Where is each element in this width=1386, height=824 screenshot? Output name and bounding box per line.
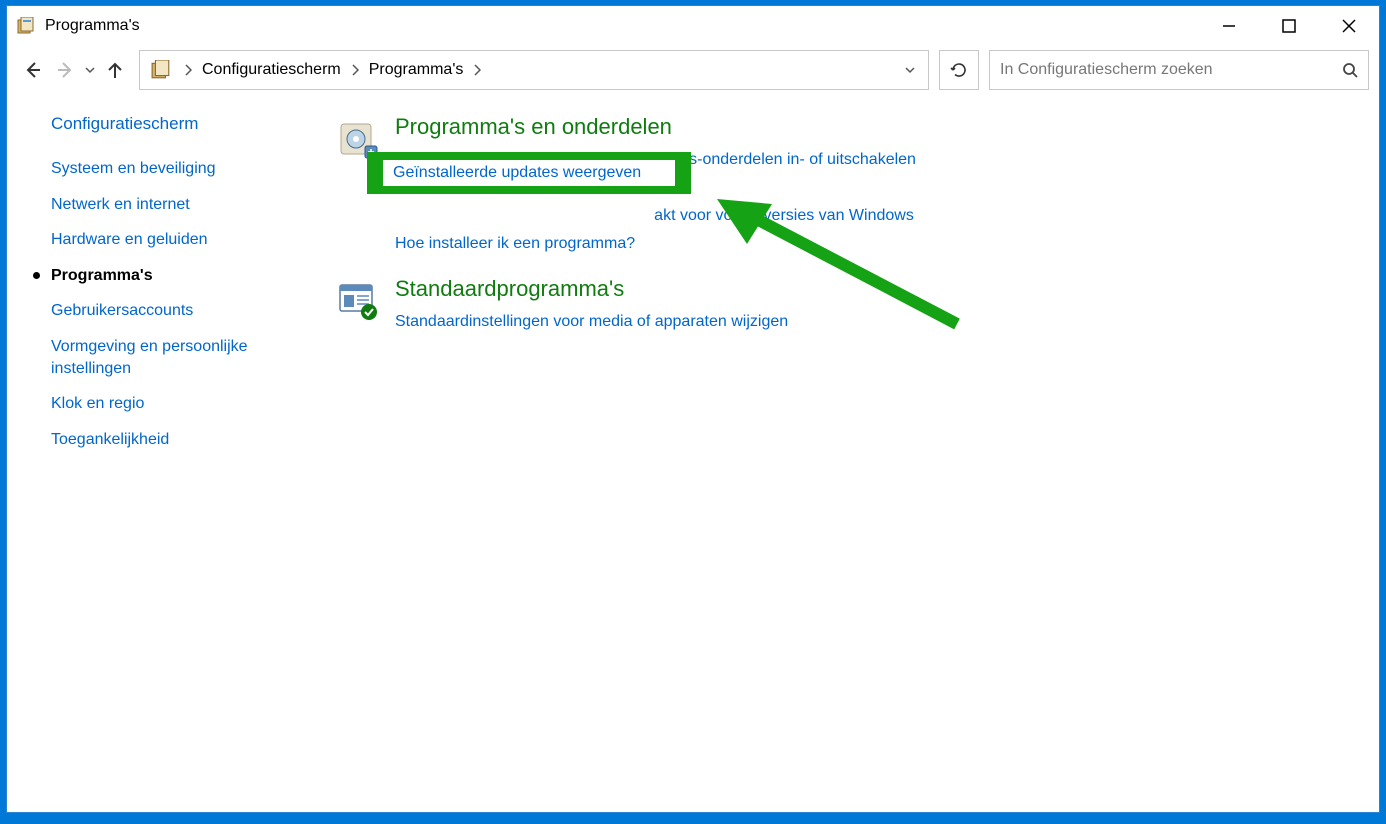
back-button[interactable] [17,52,49,88]
default-programs-icon [337,280,381,324]
maximize-button[interactable] [1259,6,1319,46]
breadcrumb-current[interactable]: Programma's [365,57,468,83]
section-heading-programs[interactable]: Programma's en onderdelen [395,114,916,140]
sidebar-item-system[interactable]: Systeem en beveiliging [51,158,327,180]
annotation-arrow [707,194,967,334]
address-bar[interactable]: Configuratiescherm Programma's [139,50,929,90]
breadcrumb-separator-icon[interactable] [178,64,198,76]
sidebar-item-accessibility[interactable]: Toegankelijkheid [51,429,327,451]
sidebar-item-appearance[interactable]: Vormgeving en persoonlijke instellingen [51,336,281,379]
close-button[interactable] [1319,6,1379,46]
sidebar-item-accounts[interactable]: Gebruikersaccounts [51,300,327,322]
titlebar: Programma's [7,6,1379,46]
sidebar-item-network[interactable]: Netwerk en internet [51,194,327,216]
content-body: Configuratiescherm Systeem en beveiligin… [7,94,1379,464]
window-controls [1199,6,1379,46]
history-dropdown[interactable] [81,64,99,76]
forward-button[interactable] [49,52,81,88]
breadcrumb-separator-icon[interactable] [467,64,487,76]
minimize-button[interactable] [1199,6,1259,46]
search-input[interactable] [1000,61,1342,79]
main-panel: Programma's en onderdelen Een programma … [327,114,1379,464]
breadcrumb-root[interactable]: Configuratiescherm [198,57,345,83]
sidebar-home-link[interactable]: Configuratiescherm [51,114,327,134]
location-icon [150,59,172,81]
toolbar: Configuratiescherm Programma's [7,46,1379,94]
annotation-highlight-box: Geïnstalleerde updates weergeven [367,152,691,194]
sidebar: Configuratiescherm Systeem en beveiligin… [7,114,327,464]
up-button[interactable] [99,52,131,88]
search-icon[interactable] [1342,62,1358,78]
address-dropdown[interactable] [896,64,924,76]
window-title: Programma's [45,17,140,35]
sidebar-item-programs[interactable]: Programma's [51,265,327,287]
link-view-installed-updates[interactable]: Geïnstalleerde updates weergeven [383,160,675,186]
control-panel-window: Programma's [6,5,1380,813]
refresh-button[interactable] [939,50,979,90]
breadcrumb-separator-icon[interactable] [345,64,365,76]
search-box[interactable] [989,50,1369,90]
sidebar-item-hardware[interactable]: Hardware en geluiden [51,229,327,251]
link-how-install[interactable]: Hoe installeer ik een programma? [395,235,635,252]
sidebar-item-clock[interactable]: Klok en regio [51,393,327,415]
app-icon [17,17,35,35]
